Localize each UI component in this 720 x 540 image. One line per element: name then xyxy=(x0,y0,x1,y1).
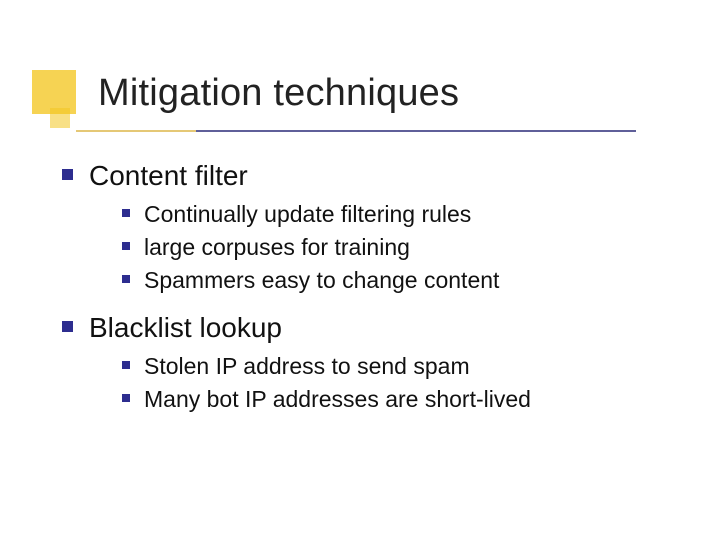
list-item-label: Continually update filtering rules xyxy=(144,199,471,230)
bullet-icon xyxy=(122,361,130,369)
slide: Mitigation techniques Content filter Con… xyxy=(0,0,720,540)
slide-body: Content filter Continually update filter… xyxy=(62,158,662,429)
section-heading: Content filter xyxy=(89,158,248,193)
section-heading: Blacklist lookup xyxy=(89,310,282,345)
list-item: Blacklist lookup xyxy=(62,310,662,345)
sublist: Stolen IP address to send spam Many bot … xyxy=(122,351,662,415)
accent-square-small-icon xyxy=(50,108,70,128)
slide-title: Mitigation techniques xyxy=(98,72,459,115)
bullet-icon xyxy=(62,321,73,332)
list-item-label: Spammers easy to change content xyxy=(144,265,499,296)
list-item: Continually update filtering rules xyxy=(122,199,662,230)
list-item: Content filter xyxy=(62,158,662,193)
list-item: large corpuses for training xyxy=(122,232,662,263)
bullet-icon xyxy=(122,209,130,217)
bullet-icon xyxy=(62,169,73,180)
list-item: Spammers easy to change content xyxy=(122,265,662,296)
bullet-icon xyxy=(122,242,130,250)
list-item-label: large corpuses for training xyxy=(144,232,410,263)
bullet-icon xyxy=(122,275,130,283)
list-item: Stolen IP address to send spam xyxy=(122,351,662,382)
list-item: Many bot IP addresses are short-lived xyxy=(122,384,662,415)
bullet-icon xyxy=(122,394,130,402)
sublist: Continually update filtering rules large… xyxy=(122,199,662,296)
divider xyxy=(76,130,636,132)
list-item-label: Stolen IP address to send spam xyxy=(144,351,470,382)
list-item-label: Many bot IP addresses are short-lived xyxy=(144,384,531,415)
